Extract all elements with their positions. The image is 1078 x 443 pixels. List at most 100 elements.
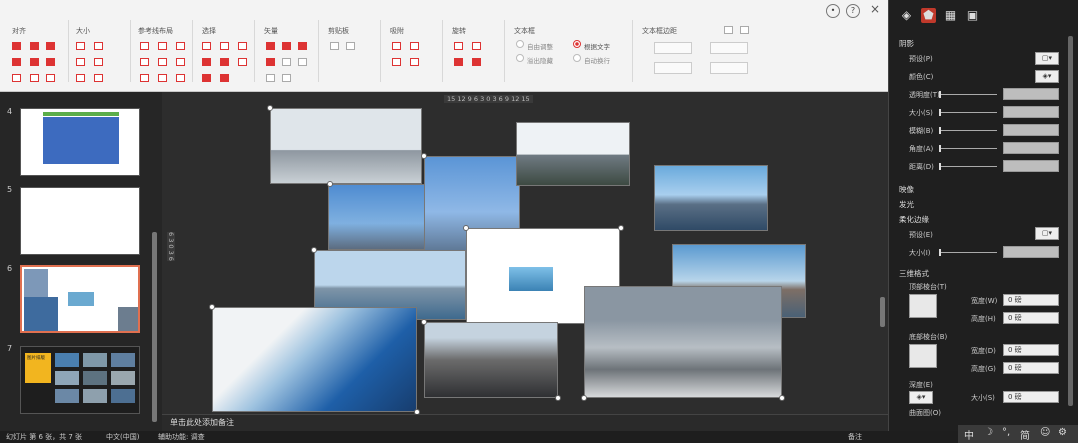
selection-handle[interactable] — [581, 395, 587, 401]
section-soft-edge[interactable]: 柔化边缘 — [899, 214, 929, 225]
notes-button[interactable]: 备注 — [848, 432, 862, 442]
size-slider[interactable] — [939, 109, 997, 116]
close-icon[interactable]: × — [870, 2, 880, 16]
selection-handle[interactable] — [267, 105, 273, 111]
panel-scrollbar[interactable] — [1068, 36, 1073, 406]
slide-pane-scrollbar[interactable] — [152, 232, 157, 422]
rotate-icon[interactable] — [472, 42, 481, 50]
canvas-scrollbar[interactable] — [880, 297, 885, 327]
bottom-bevel-dropdown[interactable] — [909, 344, 937, 368]
vector-icon[interactable] — [282, 58, 291, 66]
section-shadow[interactable]: 阴影 — [899, 38, 914, 49]
guide-icon[interactable] — [140, 58, 149, 66]
notes-area[interactable]: 单击此处添加备注 — [162, 414, 888, 431]
selection-handle[interactable] — [209, 304, 215, 310]
effects-icon[interactable]: ⬟ — [921, 8, 936, 23]
selection-handle[interactable] — [327, 181, 333, 187]
selection-handle[interactable] — [421, 153, 427, 159]
snap-icon[interactable] — [392, 42, 401, 50]
photo-city-skyline[interactable] — [270, 108, 422, 184]
vector-icon[interactable] — [266, 42, 275, 50]
align-center-icon[interactable] — [30, 42, 39, 50]
slide-thumb-6[interactable] — [20, 265, 140, 333]
soft-edge-slider[interactable] — [939, 249, 997, 256]
select-icon[interactable] — [220, 42, 229, 50]
photo-santorini[interactable] — [212, 307, 417, 412]
rotate-icon[interactable] — [472, 58, 481, 66]
distribute-h-icon[interactable] — [12, 74, 21, 82]
guide-icon[interactable] — [158, 58, 167, 66]
rotate-icon[interactable] — [454, 42, 463, 50]
soft-edge-size-field[interactable] — [1003, 246, 1059, 258]
copy-icon[interactable] — [330, 42, 339, 50]
radio-fit-text[interactable] — [573, 40, 581, 48]
snap-icon[interactable] — [410, 42, 419, 50]
picture-icon[interactable]: ▣ — [965, 8, 980, 23]
margin-bottom-field[interactable] — [710, 62, 748, 74]
size-field[interactable] — [1003, 106, 1059, 118]
selection-handle[interactable] — [463, 225, 469, 231]
radio-free-adjust[interactable] — [516, 40, 524, 48]
trash-icon[interactable] — [724, 26, 733, 34]
dot-icon[interactable]: • — [826, 4, 840, 18]
selection-handle[interactable] — [779, 395, 785, 401]
refresh-icon[interactable] — [740, 26, 749, 34]
vector-icon[interactable] — [266, 58, 275, 66]
same-width-icon[interactable] — [76, 42, 85, 50]
depth-color-dropdown[interactable]: ◈▾ — [909, 391, 933, 404]
warning-icon[interactable] — [454, 58, 463, 66]
blur-slider[interactable] — [939, 127, 997, 134]
select-icon[interactable] — [238, 58, 247, 66]
guide-icon[interactable] — [158, 74, 167, 82]
paste-icon[interactable] — [346, 42, 355, 50]
size-icon[interactable] — [76, 74, 85, 82]
same-height-icon[interactable] — [94, 42, 103, 50]
vector-icon[interactable] — [298, 58, 307, 66]
photo-traffic-street[interactable] — [424, 322, 558, 398]
align-bottom-icon[interactable] — [46, 58, 55, 66]
depth-size-field[interactable]: 0 磅 — [1003, 391, 1059, 403]
slide-thumb-4[interactable] — [20, 108, 140, 176]
height2-field[interactable]: 0 磅 — [1003, 362, 1059, 374]
slide-thumb-7[interactable]: 图片排版 — [20, 346, 140, 414]
photo-crosswalk[interactable] — [584, 286, 782, 398]
ime-moon-icon[interactable]: ☽ — [984, 427, 993, 438]
ime-emoji-icon[interactable]: ☺ — [1040, 427, 1050, 438]
angle-slider[interactable] — [939, 145, 997, 152]
snap-icon[interactable] — [392, 58, 401, 66]
selection-handle[interactable] — [618, 225, 624, 231]
radio-auto-wrap[interactable] — [573, 54, 581, 62]
section-3d-format[interactable]: 三维格式 — [899, 268, 929, 279]
size-position-icon[interactable]: ▦ — [943, 8, 958, 23]
select-icon[interactable] — [202, 74, 211, 82]
snap-icon[interactable] — [410, 58, 419, 66]
width1-field[interactable]: 0 磅 — [1003, 294, 1059, 306]
selection-handle[interactable] — [555, 395, 561, 401]
transparency-field[interactable] — [1003, 88, 1059, 100]
section-reflection[interactable]: 映像 — [899, 184, 914, 195]
shadow-preset-dropdown[interactable]: ▢▾ — [1035, 52, 1059, 65]
align-right-icon[interactable] — [46, 42, 55, 50]
margin-right-field[interactable] — [710, 42, 748, 54]
ime-punct[interactable]: °, — [1002, 427, 1010, 438]
help-icon[interactable]: ? — [846, 4, 860, 18]
vector-icon[interactable] — [282, 42, 291, 50]
guide-icon[interactable] — [158, 42, 167, 50]
vector-icon[interactable] — [282, 74, 291, 82]
soft-edge-preset-dropdown[interactable]: ▢▾ — [1035, 227, 1059, 240]
ime-chinese[interactable]: 中 — [964, 427, 974, 442]
blur-field[interactable] — [1003, 124, 1059, 136]
select-icon[interactable] — [220, 58, 229, 66]
distance-slider[interactable] — [939, 163, 997, 170]
align-top-icon[interactable] — [12, 58, 21, 66]
select-icon[interactable] — [202, 58, 211, 66]
ime-simplified[interactable]: 简 — [1020, 427, 1030, 442]
selection-handle[interactable] — [421, 319, 427, 325]
guide-icon[interactable] — [140, 74, 149, 82]
selection-handle[interactable] — [311, 247, 317, 253]
shadow-color-dropdown[interactable]: ◈▾ — [1035, 70, 1059, 83]
distance-field[interactable] — [1003, 160, 1059, 172]
angle-field[interactable] — [1003, 142, 1059, 154]
guide-icon[interactable] — [176, 74, 185, 82]
guide-icon[interactable] — [176, 42, 185, 50]
